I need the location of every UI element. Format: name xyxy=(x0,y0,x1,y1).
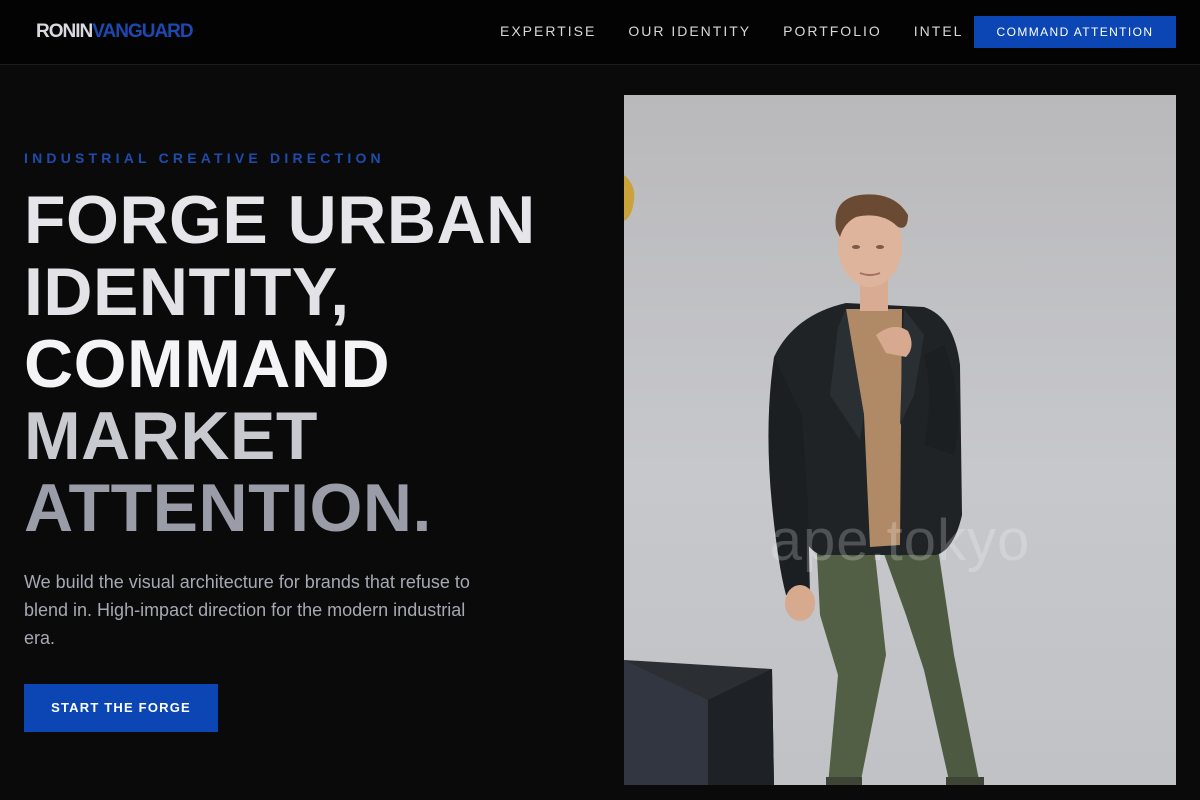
nav-link-portfolio[interactable]: PORTFOLIO xyxy=(767,21,898,41)
nav-link-intel[interactable]: INTEL xyxy=(898,21,980,41)
site-header: RONINVANGUARD EXPERTISE OUR IDENTITY POR… xyxy=(0,0,1200,65)
headline-line: MARKET xyxy=(24,398,318,474)
nav-link-expertise[interactable]: EXPERTISE xyxy=(484,21,612,41)
hero-photo: ape.tokyo xyxy=(624,95,1176,785)
brand-name-primary: RONIN xyxy=(36,21,93,42)
main-nav: EXPERTISE OUR IDENTITY PORTFOLIO INTEL xyxy=(484,20,979,42)
image-watermark: ape.tokyo xyxy=(769,508,1031,573)
hero-headline: FORGE URBAN IDENTITY, COMMAND MARKET ATT… xyxy=(24,184,594,544)
brand-name-secondary: VANGUARD xyxy=(92,21,193,42)
nav-link-our-identity[interactable]: OUR IDENTITY xyxy=(612,21,767,41)
headline-line: ATTENTION. xyxy=(24,470,432,546)
brand-logo[interactable]: RONINVANGUARD xyxy=(36,20,194,44)
headline-line: COMMAND xyxy=(24,326,391,402)
headline-line: FORGE URBAN xyxy=(24,182,536,258)
headline-line: IDENTITY, xyxy=(24,254,350,330)
hero-description: We build the visual architecture for bra… xyxy=(24,572,470,648)
command-attention-button[interactable]: COMMAND ATTENTION xyxy=(974,16,1176,48)
start-the-forge-button[interactable]: START THE FORGE xyxy=(24,684,218,732)
model-illustration xyxy=(624,95,1176,785)
hero-eyebrow: INDUSTRIAL CREATIVE DIRECTION xyxy=(24,150,385,166)
